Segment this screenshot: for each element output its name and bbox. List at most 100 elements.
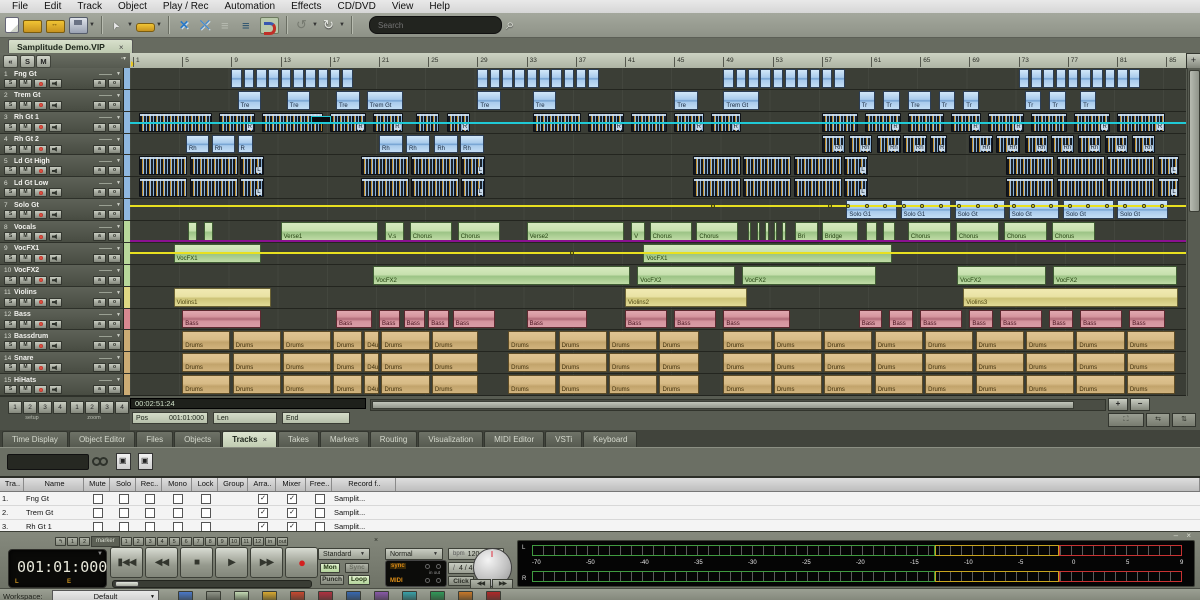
audio-clip[interactable] <box>748 69 759 88</box>
track-lane-ld-gt-low[interactable]: LLLL <box>130 177 1186 199</box>
loop-toggle[interactable]: Loop <box>348 575 370 585</box>
audio-clip[interactable] <box>757 222 760 241</box>
column-header-arra[interactable]: Arra.. <box>248 478 276 491</box>
audio-clip[interactable]: Drums <box>609 353 657 372</box>
checkbox[interactable] <box>201 494 211 504</box>
track-record-button[interactable] <box>34 145 47 154</box>
audio-clip[interactable]: Drums <box>182 353 230 372</box>
audio-clip[interactable]: Chorus <box>908 222 951 241</box>
track-menu-icon[interactable]: ▼ <box>116 268 121 274</box>
redo-icon[interactable] <box>321 18 338 33</box>
track-freeze-button[interactable]: o <box>108 123 121 132</box>
undo-dropdown-icon[interactable]: ▼ <box>312 22 319 28</box>
audio-clip[interactable]: Bass <box>1129 310 1165 329</box>
project-tab[interactable]: Samplitude Demo.VIP × <box>8 39 133 54</box>
marker-button-9[interactable]: 9 <box>217 537 228 546</box>
zoom-preset-button[interactable]: 3 <box>100 401 114 414</box>
track-monitor-button[interactable] <box>49 101 62 110</box>
audio-clip[interactable]: Drums <box>723 375 771 394</box>
audio-clip[interactable]: Tre <box>674 91 698 110</box>
audio-clip[interactable]: Drums <box>432 331 478 350</box>
audio-clip[interactable]: Bass <box>336 310 372 329</box>
track-filter-input[interactable] <box>7 454 89 470</box>
column-header-free[interactable]: Free.. <box>306 478 332 491</box>
audio-clip[interactable]: Drums <box>283 353 331 372</box>
audio-clip[interactable]: Tr <box>963 91 979 110</box>
audio-clip[interactable]: Drums <box>283 331 331 350</box>
quick-icon[interactable] <box>318 591 333 600</box>
track-record-button[interactable] <box>34 341 47 350</box>
track-menu-icon[interactable]: ▼ <box>116 158 121 164</box>
audio-clip[interactable]: Drums <box>875 331 923 350</box>
track-menu-icon[interactable]: ▼ <box>116 312 121 318</box>
audio-clip[interactable]: D4u <box>364 375 379 394</box>
track-automation-button[interactable]: a <box>93 210 106 219</box>
audio-clip[interactable]: Tre <box>477 91 501 110</box>
track-monitor-button[interactable] <box>49 320 62 329</box>
table-row[interactable]: 2.Trem Gt✓✓Samplit... <box>0 506 1200 520</box>
zoom-out-button[interactable]: − <box>1130 398 1150 411</box>
audio-clip[interactable] <box>1006 156 1054 175</box>
audio-clip[interactable]: L <box>461 156 485 175</box>
audio-clip[interactable]: Solo G1 <box>901 200 952 219</box>
audio-clip[interactable]: R <box>238 135 253 154</box>
audio-clip[interactable] <box>794 178 842 197</box>
track-record-button[interactable] <box>34 298 47 307</box>
audio-clip[interactable]: Drums <box>925 331 973 350</box>
track-record-button[interactable] <box>34 79 47 88</box>
track-mute-button[interactable]: M <box>19 232 32 241</box>
audio-clip[interactable]: Drums <box>1026 375 1074 394</box>
audio-clip[interactable]: Chorus <box>650 222 692 241</box>
audio-clip[interactable]: Drums <box>182 331 230 350</box>
audio-clip[interactable]: Chorus <box>458 222 500 241</box>
track-volume-slider[interactable] <box>99 336 112 337</box>
audio-clip[interactable] <box>411 178 459 197</box>
audio-clip[interactable] <box>204 222 213 241</box>
audio-clip[interactable]: Rh <box>1051 135 1075 154</box>
quick-icon[interactable] <box>346 591 361 600</box>
track-volume-slider[interactable] <box>99 314 112 315</box>
import-audio-icon[interactable] <box>46 20 65 33</box>
binoculars-search-icon[interactable] <box>92 457 108 467</box>
dock-tab-midi-editor[interactable]: MIDI Editor <box>484 431 544 447</box>
track-monitor-button[interactable] <box>49 145 62 154</box>
track-monitor-button[interactable] <box>49 298 62 307</box>
audio-clip[interactable] <box>190 156 238 175</box>
checkbox[interactable]: ✓ <box>287 508 297 518</box>
track-record-button[interactable] <box>34 254 47 263</box>
track-automation-button[interactable]: a <box>93 363 106 372</box>
audio-clip[interactable]: Drums <box>432 353 478 372</box>
audio-clip[interactable]: Drums <box>659 353 699 372</box>
checkbox[interactable] <box>173 508 183 518</box>
audio-clip[interactable]: VocFX2 <box>1053 266 1177 285</box>
collapse-tracks-button[interactable]: « <box>3 55 18 68</box>
audio-clip[interactable]: Rh <box>822 135 846 154</box>
audio-clip[interactable]: Drums <box>723 353 771 372</box>
track-freeze-button[interactable]: o <box>108 341 121 350</box>
track-solo-button[interactable]: S <box>4 232 17 241</box>
audio-clip[interactable] <box>564 69 575 88</box>
audio-clip[interactable]: Bass <box>920 310 962 329</box>
marker-button-7[interactable]: 7 <box>193 537 204 546</box>
audio-clip[interactable] <box>773 69 784 88</box>
track-record-button[interactable] <box>34 188 47 197</box>
object-mode-dropdown-icon[interactable]: ▼ <box>156 22 163 28</box>
audio-clip[interactable]: Rh <box>903 135 927 154</box>
save-icon[interactable] <box>69 17 88 34</box>
menu-item-file[interactable]: File <box>4 1 36 12</box>
quick-icon[interactable] <box>430 591 445 600</box>
audio-clip[interactable]: Tre <box>336 91 360 110</box>
audio-clip[interactable]: Drums <box>1076 375 1124 394</box>
redo-dropdown-icon[interactable]: ▼ <box>339 22 346 28</box>
audio-clip[interactable]: Drums <box>976 353 1024 372</box>
track-mute-button[interactable]: M <box>19 166 32 175</box>
track-header-hihats[interactable]: 15HiHats▼SMao <box>0 374 130 396</box>
audio-clip[interactable]: Drums <box>875 353 923 372</box>
audio-clip[interactable]: Bass <box>404 310 425 329</box>
track-monitor-button[interactable] <box>49 276 62 285</box>
export-list-icon[interactable] <box>116 453 131 470</box>
audio-clip[interactable]: Drums <box>233 331 281 350</box>
track-automation-button[interactable]: a <box>93 79 106 88</box>
track-freeze-button[interactable]: o <box>108 320 121 329</box>
audio-clip[interactable] <box>411 156 459 175</box>
